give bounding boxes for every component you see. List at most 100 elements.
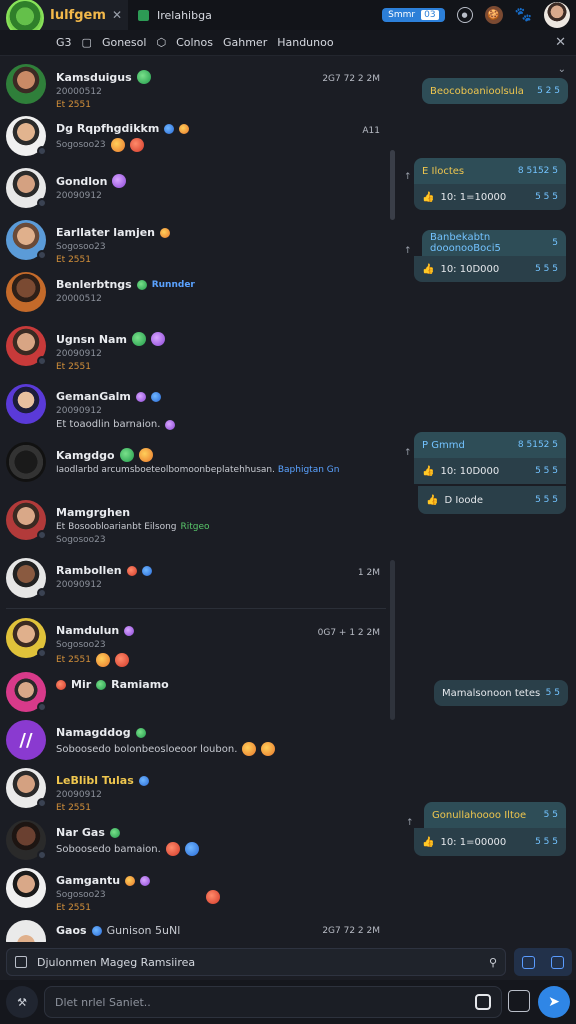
read-icon: ↑ bbox=[404, 172, 412, 182]
chat-sub-2: Et 2551 bbox=[56, 903, 91, 913]
settings-icon[interactable]: ⬡ bbox=[156, 36, 166, 49]
status-icon[interactable]: ● bbox=[456, 7, 473, 23]
message-value: 5 bbox=[552, 238, 558, 248]
message-text: 10: 10D000 bbox=[440, 263, 500, 275]
close-icon[interactable]: ✕ bbox=[555, 35, 566, 50]
chat-row[interactable]: GemanGalm 20090912 Et toaodlin barnaion. bbox=[6, 384, 386, 430]
tab-secondary[interactable]: Irelahibga bbox=[128, 0, 222, 30]
chat-list: Kamsduigus 20000512 Et 2551 2G7 72 2 2M … bbox=[0, 58, 392, 942]
emoji-icon bbox=[179, 123, 190, 134]
nav-item-colnos[interactable]: Colnos bbox=[176, 36, 213, 49]
nav-bar: G3 ▢ Gonesol ⬡ Colnos Gahmer Handunoo ✕ bbox=[0, 30, 576, 56]
chat-name: Rambollen bbox=[56, 564, 122, 577]
message-text: Banbekabtn dooonooBoci5 bbox=[430, 232, 501, 254]
message-bubble[interactable]: 👍 10: 10D000 5 5 5 bbox=[414, 458, 566, 484]
read-icon: ↑ bbox=[404, 246, 412, 256]
chat-name: GemanGalm bbox=[56, 390, 131, 403]
chat-row[interactable]: // Namagddog Soboosedo bolonbeosloeoor l… bbox=[6, 720, 386, 760]
cookie-icon[interactable]: 🍪 bbox=[484, 6, 503, 24]
chat-row[interactable]: Mamgrghen Et Bosoobloarianbt Eilsong Ritg… bbox=[6, 500, 386, 545]
scrollbar[interactable] bbox=[390, 560, 395, 720]
compose-header-label: Djulonmen Mageg Ramsiirea bbox=[37, 955, 196, 969]
tab-main[interactable]: Iulfgem ✕ bbox=[0, 0, 128, 37]
chat-sub: 20090912 bbox=[56, 349, 102, 359]
emoji-icon bbox=[110, 138, 125, 152]
chat-tag: Gunison 5uNl bbox=[106, 924, 181, 937]
message-value: 8 5152 5 bbox=[517, 440, 558, 450]
layout-icon[interactable] bbox=[508, 990, 530, 1012]
nav-item-g3[interactable]: G3 bbox=[56, 36, 72, 49]
scrollbar[interactable] bbox=[390, 150, 395, 220]
message-bubble[interactable]: 👍 10: 1=10000 5 5 5 bbox=[414, 184, 566, 210]
emoji-icon bbox=[242, 742, 257, 756]
square-icon[interactable] bbox=[522, 955, 535, 969]
pin-icon[interactable]: ⚲ bbox=[489, 956, 497, 969]
compose-header[interactable]: Djulonmen Mageg Ramsiirea ⚲ bbox=[6, 948, 506, 976]
chat-row[interactable]: Kamgdgo Iaodlarbd arcumsboeteolbomoonbep… bbox=[6, 442, 386, 482]
message-bubble[interactable]: Banbekabtn dooonooBoci5 5 bbox=[422, 230, 566, 256]
chat-name: Namdulun bbox=[56, 624, 120, 637]
chat-row[interactable]: Gamgantu Sogosoo23 Et 2551 bbox=[6, 868, 386, 913]
emoji-icon bbox=[91, 925, 102, 936]
emoji-icon bbox=[136, 70, 151, 84]
sticker-icon[interactable] bbox=[475, 994, 491, 1010]
chat-row[interactable]: Dg Rqpfhgdikkm Sogosoo23 A11 bbox=[6, 116, 386, 156]
square-icon[interactable]: ▢ bbox=[82, 36, 92, 49]
chat-sub: Sogosoo23 bbox=[56, 890, 106, 900]
chat-preview: Soboosedo bolonbeosloeoor loubon. bbox=[56, 743, 238, 755]
chat-row[interactable]: Gaos Gunison 5uNl 2G7 72 2 2M bbox=[6, 920, 386, 942]
message-input[interactable]: Dlet nrlel Saniet.. bbox=[44, 986, 502, 1018]
message-bubble[interactable]: 👍 10: 1=00000 5 5 5 bbox=[414, 828, 566, 856]
message-bubble[interactable]: Mamalsonoon tetes 5 5 bbox=[434, 680, 568, 706]
chat-row[interactable]: Nar Gas Soboosedo bamaion. bbox=[6, 820, 386, 860]
chevron-down-icon[interactable]: ⌄ bbox=[558, 64, 566, 75]
chat-tag: Ramiamo bbox=[111, 678, 169, 691]
chat-sub: 20090912 bbox=[56, 580, 102, 590]
nav-item-gahmer[interactable]: Gahmer bbox=[223, 36, 267, 49]
avatar bbox=[6, 326, 47, 366]
chat-row[interactable]: LeBlibl Tulas 20090912 Et 2551 bbox=[6, 768, 386, 813]
window-icon[interactable] bbox=[551, 955, 564, 969]
paw-icon[interactable]: 🐾 bbox=[515, 7, 532, 23]
chat-sub: 20000512 bbox=[56, 87, 102, 97]
message-bubble[interactable]: 👍 D Ioode 5 5 5 bbox=[418, 486, 566, 514]
message-bubble[interactable]: Gonullahoooo Iltoe 5 5 bbox=[424, 802, 566, 828]
chat-row[interactable]: Earllater lamjen Sogosoo23 Et 2551 bbox=[6, 220, 386, 265]
tools-button[interactable]: ⚒ bbox=[6, 986, 38, 1018]
chat-sub: Sogosoo23 bbox=[56, 535, 106, 545]
attachment-icon[interactable] bbox=[15, 956, 27, 968]
emoji-icon bbox=[150, 391, 161, 402]
message-text: Beocoboanioolsula bbox=[430, 85, 524, 97]
chat-row[interactable]: Rambollen 20090912 1 2M bbox=[6, 558, 386, 598]
nav-item-handunoo[interactable]: Handunoo bbox=[277, 36, 333, 49]
message-text: P Gmmd bbox=[422, 439, 465, 451]
chat-row[interactable]: Namdulun Sogosoo23 Et 2551 0G7 + 1 2 2M bbox=[6, 618, 386, 667]
chat-name: Mir bbox=[71, 678, 92, 691]
chat-name: Dg Rqpfhgdikkm bbox=[56, 122, 160, 135]
message-bubble[interactable]: E Iloctes 8 5152 5 bbox=[414, 158, 566, 184]
chat-row[interactable]: Gondlon 20090912 bbox=[6, 168, 386, 208]
message-text: 10: 1=00000 bbox=[440, 836, 507, 848]
chat-row[interactable]: Mir Ramiamo bbox=[6, 672, 386, 712]
chat-time: 0G7 + 1 2 2M bbox=[317, 628, 380, 638]
thumbs-up-icon: 👍 bbox=[426, 494, 439, 506]
nav-item-gonesol[interactable]: Gonesol bbox=[102, 36, 147, 49]
user-avatar[interactable] bbox=[544, 2, 570, 28]
summary-button[interactable]: Smmr 03 bbox=[382, 8, 445, 22]
chat-sub: Sogosoo23 bbox=[56, 140, 106, 150]
message-bubble[interactable]: P Gmmd 8 5152 5 bbox=[414, 432, 566, 458]
chat-row[interactable]: Kamsduigus 20000512 Et 2551 2G7 72 2 2M bbox=[6, 64, 386, 110]
message-bubble[interactable]: Beocoboanioolsula 5 2 5 bbox=[422, 78, 568, 104]
message-bubble[interactable]: 👍 10: 10D000 5 5 5 bbox=[414, 256, 566, 282]
avatar bbox=[6, 820, 47, 860]
send-button[interactable]: ➤ bbox=[538, 986, 570, 1018]
emoji-icon bbox=[129, 138, 144, 152]
emoji-icon bbox=[56, 679, 66, 690]
chat-row[interactable]: Benlerbtngs Runnder 20000512 bbox=[6, 272, 386, 312]
close-icon[interactable]: ✕ bbox=[112, 8, 122, 22]
avatar: // bbox=[6, 720, 46, 760]
chat-name: Earllater lamjen bbox=[56, 226, 156, 239]
chat-row[interactable]: Ugnsn Nam 20090912 Et 2551 bbox=[6, 326, 386, 372]
avatar bbox=[6, 384, 46, 424]
avatar bbox=[6, 116, 47, 156]
